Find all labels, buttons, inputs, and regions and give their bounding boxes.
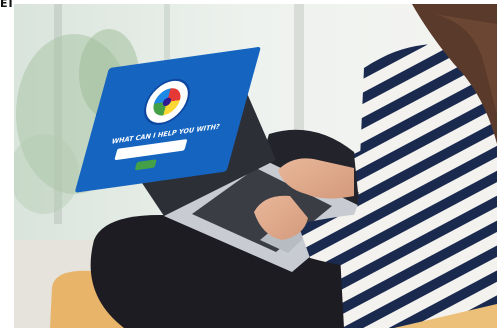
laptop-screen: WHAT CAN I HELP YOU WITH? — [74, 46, 269, 194]
submit-button[interactable] — [134, 159, 157, 171]
help-page: WHAT CAN I HELP YOU WITH? — [85, 72, 254, 193]
organization-logo — [138, 75, 196, 128]
logo-center — [161, 97, 173, 107]
photo-scene: EI WHAT CAN I HELP YOU WITH? — [0, 0, 497, 328]
shirt-arm — [354, 143, 434, 200]
corner-label: EI — [0, 0, 14, 10]
photo: WHAT CAN I HELP YOU WITH? — [14, 4, 497, 328]
logo-emblem-icon — [150, 86, 184, 118]
